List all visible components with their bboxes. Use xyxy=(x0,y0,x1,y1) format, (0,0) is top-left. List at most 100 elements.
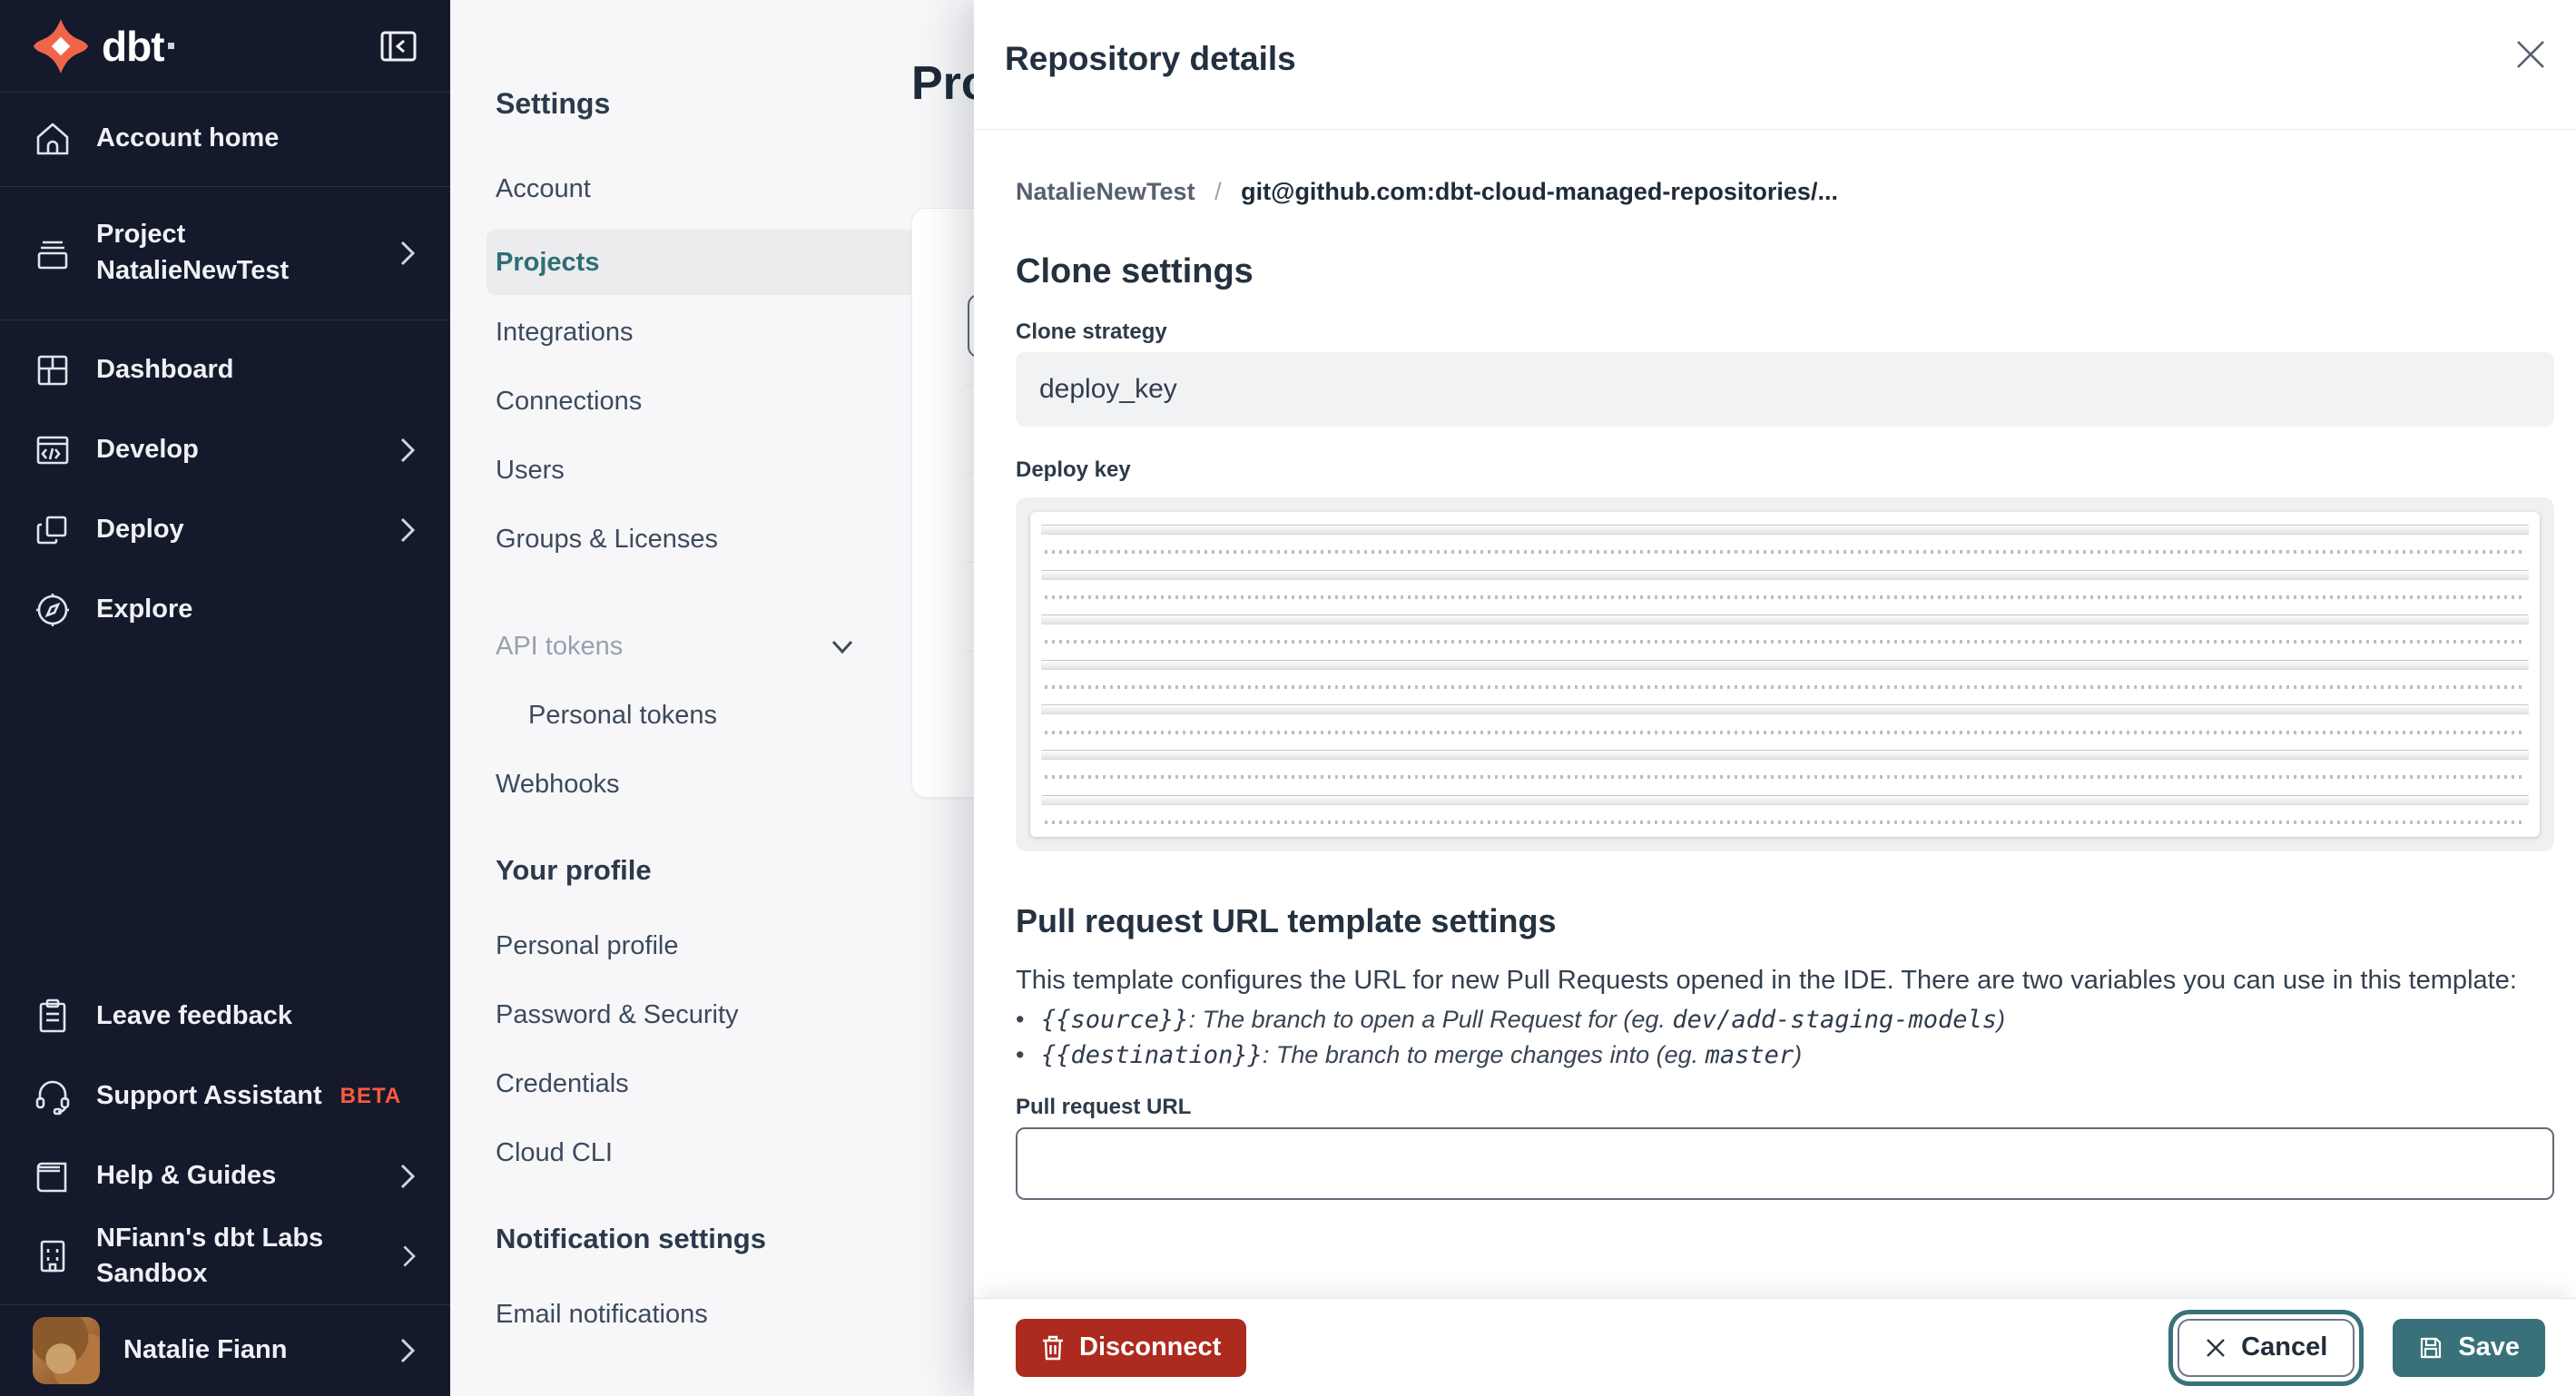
redacted-key-line xyxy=(1045,775,2525,780)
redacted-key-line xyxy=(1041,614,2529,625)
cancel-x-icon xyxy=(2207,1338,2226,1357)
sidebar-item-help-guides[interactable]: Help & Guides xyxy=(0,1136,450,1216)
drawer-footer: Disconnect Cancel Save xyxy=(974,1298,2576,1396)
breadcrumb-separator: / xyxy=(1214,178,1222,205)
sidebar-item-label: Deploy xyxy=(96,515,184,545)
sidebar-user-menu[interactable]: Natalie Fiann xyxy=(0,1305,450,1396)
pr-url-label: Pull request URL xyxy=(1016,1095,1192,1119)
chevron-right-icon xyxy=(400,1338,416,1363)
repository-details-drawer: Repository details NatalieNewTest / git@… xyxy=(974,0,2576,1396)
settings-nav-users[interactable]: Users xyxy=(487,442,938,498)
settings-nav-password-security[interactable]: Password & Security xyxy=(487,987,938,1043)
sidebar-item-label: Explore xyxy=(96,595,193,624)
sidebar-item-develop[interactable]: Develop xyxy=(0,410,450,490)
deploy-icon xyxy=(36,516,67,545)
chevron-right-icon xyxy=(400,1164,416,1189)
pr-template-bullet-source: {{source}}: The branch to open a Pull Re… xyxy=(1016,1006,2540,1034)
settings-nav: Settings Account Projects Integrations C… xyxy=(450,0,974,1396)
save-label: Save xyxy=(2458,1332,2520,1362)
sidebar-item-dashboard[interactable]: Dashboard xyxy=(0,330,450,410)
settings-nav-personal-tokens[interactable]: Personal tokens xyxy=(487,687,938,743)
disconnect-button[interactable]: Disconnect xyxy=(1016,1318,1247,1377)
breadcrumb: NatalieNewTest / git@github.com:dbt-clou… xyxy=(1016,178,1838,206)
building-icon xyxy=(40,1240,65,1273)
home-icon xyxy=(36,123,69,155)
settings-nav-api-tokens[interactable]: API tokens xyxy=(487,618,938,674)
trash-icon xyxy=(1043,1335,1063,1360)
sidebar-item-project[interactable]: Project NatalieNewTest xyxy=(0,186,450,320)
chevron-right-icon xyxy=(400,517,416,543)
redacted-key-line xyxy=(1045,730,2525,734)
sidebar-item-support-assistant[interactable]: Support Assistant BETA xyxy=(0,1057,450,1136)
deploy-key-redacted-content xyxy=(1030,512,2540,837)
sidebar-item-sandbox-account[interactable]: NFiann's dbt Labs Sandbox xyxy=(0,1216,450,1296)
collapse-sidebar-icon[interactable] xyxy=(378,25,419,67)
settings-nav-connections[interactable]: Connections xyxy=(487,373,938,429)
sidebar-item-label: Project NatalieNewTest xyxy=(96,220,290,285)
breadcrumb-project-link[interactable]: NatalieNewTest xyxy=(1016,178,1195,205)
settings-nav-integrations[interactable]: Integrations xyxy=(487,304,938,360)
redacted-key-line xyxy=(1041,659,2529,670)
sidebar-item-label: Dashboard xyxy=(96,355,234,385)
save-button[interactable]: Save xyxy=(2393,1318,2545,1377)
pr-url-input[interactable] xyxy=(1016,1127,2554,1200)
logo-row: dbt xyxy=(0,0,450,92)
settings-nav-personal-profile[interactable]: Personal profile xyxy=(487,918,938,974)
clone-strategy-value: deploy_key xyxy=(1016,352,2554,427)
settings-nav-groups-licenses[interactable]: Groups & Licenses xyxy=(487,511,938,567)
sidebar-item-account-home[interactable]: Account home xyxy=(0,92,450,186)
deploy-key-label: Deploy key xyxy=(1016,457,1131,482)
redacted-key-line xyxy=(1041,569,2529,580)
redacted-key-line xyxy=(1045,640,2525,644)
redacted-key-line xyxy=(1041,525,2529,535)
pr-template-title: Pull request URL template settings xyxy=(1016,902,1557,939)
book-icon xyxy=(36,1162,67,1193)
develop-icon xyxy=(36,436,69,465)
redacted-key-line xyxy=(1045,685,2525,690)
close-icon[interactable] xyxy=(2509,33,2552,76)
pr-template-description: This template configures the URL for new… xyxy=(1016,966,2517,995)
clone-strategy-label: Clone strategy xyxy=(1016,320,1167,344)
drawer-title: Repository details xyxy=(1005,40,1296,77)
user-name: Natalie Fiann xyxy=(123,1335,288,1365)
save-icon xyxy=(2421,1337,2442,1358)
deploy-key-box[interactable] xyxy=(1016,497,2554,851)
logo-text: dbt xyxy=(102,22,165,70)
cancel-label: Cancel xyxy=(2241,1332,2328,1362)
settings-nav-cloud-cli[interactable]: Cloud CLI xyxy=(487,1125,938,1181)
settings-nav-credentials[interactable]: Credentials xyxy=(487,1056,938,1112)
settings-nav-title: Settings xyxy=(496,87,611,120)
breadcrumb-repo: git@github.com:dbt-cloud-managed-reposit… xyxy=(1241,178,1838,205)
chevron-right-icon xyxy=(400,437,416,463)
app-sidebar: dbt Account home Project NatalieNewTest xyxy=(0,0,450,1396)
chevron-right-icon xyxy=(403,1245,416,1267)
pr-template-bullet-destination: {{destination}}: The branch to merge cha… xyxy=(1016,1041,2540,1069)
dashboard-icon xyxy=(37,355,68,386)
sidebar-item-explore[interactable]: Explore xyxy=(0,570,450,650)
avatar xyxy=(33,1317,100,1384)
redacted-key-line xyxy=(1041,794,2529,805)
explore-icon xyxy=(36,594,69,626)
clone-settings-title: Clone settings xyxy=(1016,252,1254,290)
settings-nav-notifications-title: Notification settings xyxy=(496,1223,766,1254)
settings-nav-account[interactable]: Account xyxy=(487,161,938,217)
logo-trademark-dot xyxy=(167,43,174,49)
sidebar-item-label: Develop xyxy=(96,435,199,465)
redacted-key-line xyxy=(1041,704,2529,715)
settings-nav-profile-title: Your profile xyxy=(496,854,652,886)
sidebar-item-label: Support Assistant xyxy=(96,1081,322,1111)
settings-nav-projects[interactable]: Projects xyxy=(487,230,938,295)
redacted-key-line xyxy=(1045,820,2525,824)
headset-icon xyxy=(35,1080,70,1116)
sidebar-item-leave-feedback[interactable]: Leave feedback xyxy=(0,977,450,1057)
settings-nav-email-notifications[interactable]: Email notifications xyxy=(487,1286,938,1342)
cancel-button[interactable]: Cancel xyxy=(2178,1318,2355,1377)
sidebar-item-label: Account home xyxy=(96,123,280,153)
project-icon xyxy=(37,241,68,269)
beta-badge: BETA xyxy=(339,1084,402,1108)
sidebar-item-label: NFiann's dbt Labs Sandbox xyxy=(96,1223,324,1288)
sidebar-item-deploy[interactable]: Deploy xyxy=(0,490,450,570)
sidebar-item-label: Help & Guides xyxy=(96,1161,277,1191)
settings-nav-webhooks[interactable]: Webhooks xyxy=(487,756,938,812)
chevron-down-icon[interactable] xyxy=(829,634,856,658)
